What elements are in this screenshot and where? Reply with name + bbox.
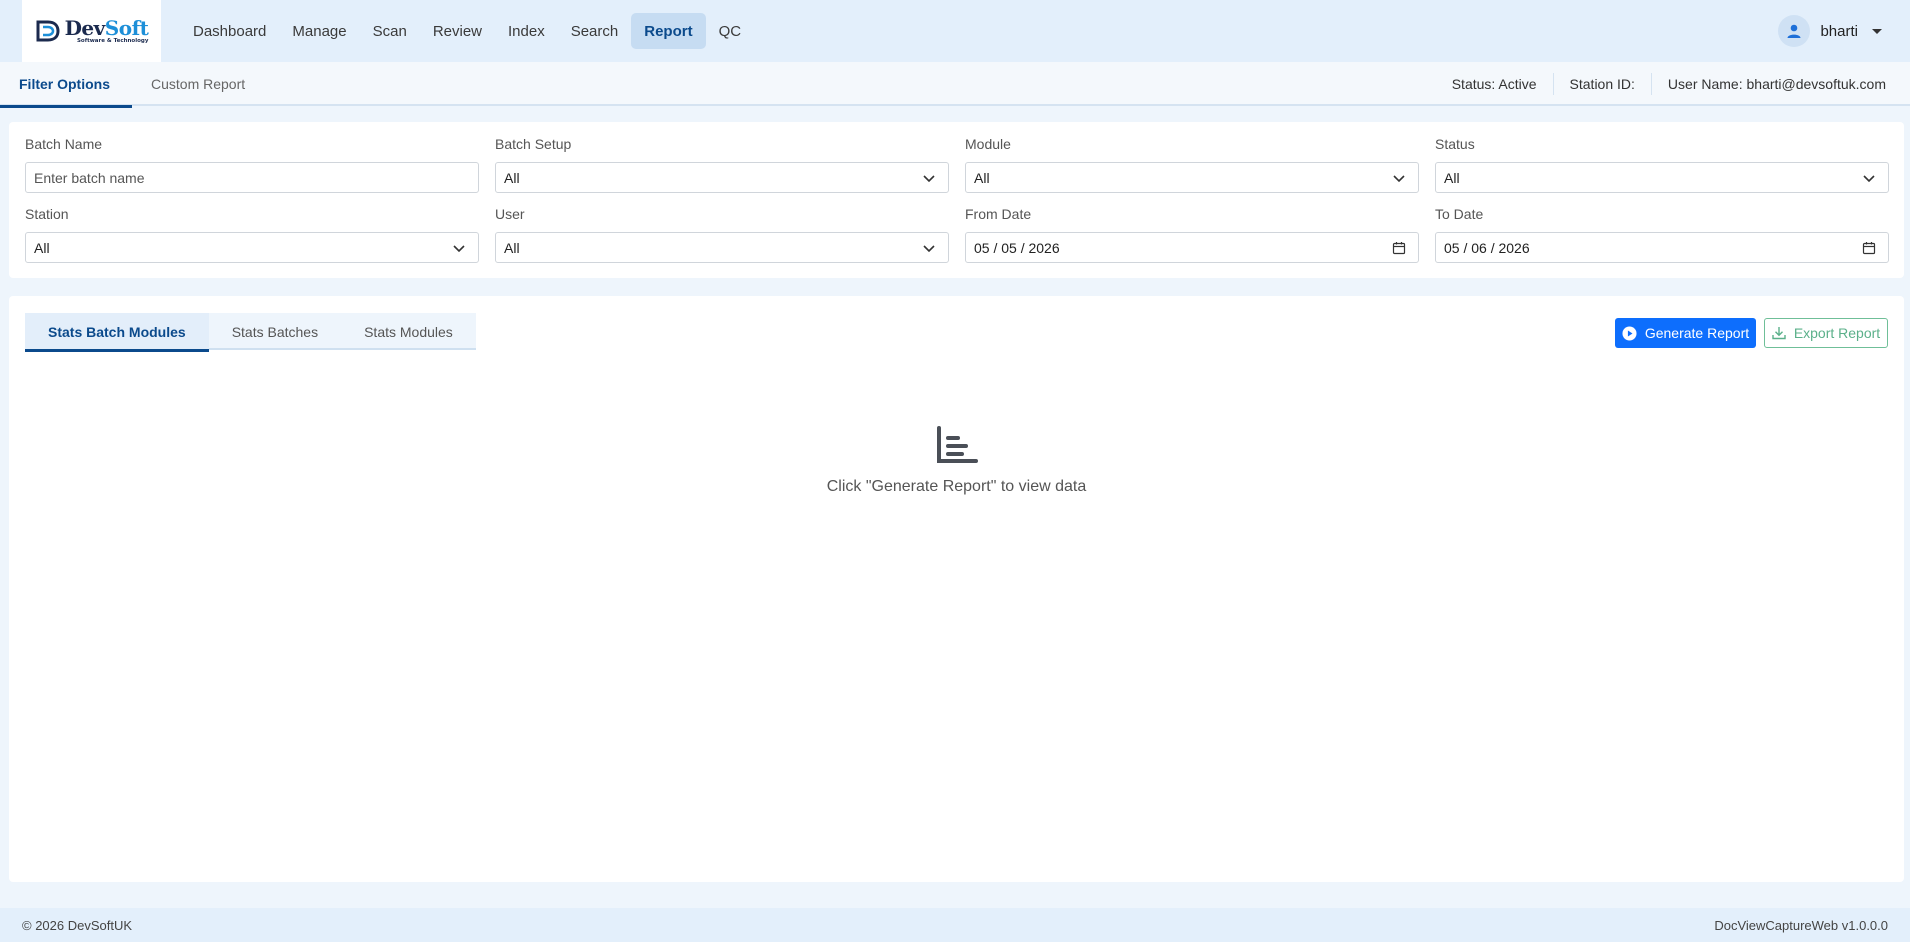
- main-nav: Dashboard Manage Scan Review Index Searc…: [180, 13, 754, 49]
- chevron-down-icon: [1393, 174, 1405, 182]
- export-report-label: Export Report: [1793, 325, 1881, 341]
- station-id: Station ID:: [1552, 73, 1651, 95]
- logo-tagline: Software & Technology: [76, 37, 149, 44]
- devsoft-logo-icon: [36, 20, 60, 42]
- status-label: Status: [1435, 136, 1475, 152]
- status-value: All: [1444, 169, 1460, 186]
- status-info: Status: Active Station ID: User Name: bh…: [1436, 62, 1902, 106]
- tab-filter-options[interactable]: Filter Options: [0, 62, 132, 108]
- field-user: User All: [495, 206, 949, 263]
- batch-name-label: Batch Name: [25, 136, 103, 152]
- top-navbar: DevSoft Software & Technology Dashboard …: [0, 0, 1910, 62]
- sub-tabs: Filter Options Custom Report: [0, 62, 267, 108]
- from-date-label: From Date: [965, 206, 1032, 222]
- user-select[interactable]: All: [495, 232, 949, 263]
- field-status: Status All: [1435, 136, 1889, 193]
- station-value: All: [34, 239, 50, 256]
- user-menu[interactable]: bharti: [1778, 13, 1882, 49]
- status-select[interactable]: All: [1435, 162, 1889, 193]
- batch-setup-label: Batch Setup: [495, 136, 572, 152]
- report-tabs: Stats Batch Modules Stats Batches Stats …: [25, 313, 476, 352]
- batch-setup-value: All: [504, 169, 520, 186]
- tab-custom-report[interactable]: Custom Report: [132, 62, 267, 106]
- module-select[interactable]: All: [965, 162, 1419, 193]
- nav-qc[interactable]: QC: [706, 13, 755, 49]
- field-to-date: To Date 05 / 06 / 2026: [1435, 206, 1889, 263]
- module-value: All: [974, 169, 990, 186]
- empty-state: Click "Generate Report" to view data: [9, 426, 1904, 496]
- nav-review[interactable]: Review: [420, 13, 495, 49]
- logo-text: DevSoft Software & Technology: [65, 18, 149, 45]
- generate-report-button[interactable]: Generate Report: [1615, 318, 1756, 348]
- tab-stats-modules[interactable]: Stats Modules: [341, 313, 476, 350]
- empty-message: Click "Generate Report" to view data: [826, 478, 1087, 495]
- station-label: Station: [25, 206, 69, 222]
- user-value: All: [504, 239, 520, 256]
- field-from-date: From Date 05 / 05 / 2026: [965, 206, 1419, 263]
- brand-logo[interactable]: DevSoft Software & Technology: [22, 0, 161, 62]
- caret-down-icon: [1872, 28, 1882, 34]
- nav-manage[interactable]: Manage: [279, 13, 359, 49]
- field-batch-setup: Batch Setup All: [495, 136, 949, 193]
- from-date-input[interactable]: 05 / 05 / 2026: [965, 232, 1419, 263]
- chevron-down-icon: [923, 244, 935, 252]
- copyright: © 2026 DevSoftUK: [22, 917, 133, 933]
- from-date-value: 05 / 05 / 2026: [974, 239, 1060, 256]
- chevron-down-icon: [1863, 174, 1875, 182]
- user-icon: [1787, 24, 1801, 38]
- station-select[interactable]: All: [25, 232, 479, 263]
- user-label: User: [495, 206, 525, 222]
- to-date-input[interactable]: 05 / 06 / 2026: [1435, 232, 1889, 263]
- logo-wordmark: DevSoft: [65, 18, 149, 38]
- chevron-down-icon: [923, 174, 935, 182]
- logo-soft: Soft: [104, 15, 149, 40]
- to-date-label: To Date: [1435, 206, 1484, 222]
- field-batch-name: Batch Name: [25, 136, 479, 193]
- chevron-down-icon: [453, 244, 465, 252]
- batch-setup-select[interactable]: All: [495, 162, 949, 193]
- nav-dashboard[interactable]: Dashboard: [180, 13, 279, 49]
- bar-chart-icon: [936, 426, 978, 463]
- play-circle-icon: [1622, 325, 1637, 341]
- generate-report-label: Generate Report: [1644, 325, 1750, 341]
- status-active: Status: Active: [1451, 76, 1537, 92]
- footer: © 2026 DevSoftUK DocViewCaptureWeb v1.0.…: [0, 908, 1910, 942]
- calendar-icon[interactable]: [1862, 241, 1876, 255]
- to-date-value: 05 / 06 / 2026: [1444, 239, 1530, 256]
- tab-stats-batches[interactable]: Stats Batches: [209, 313, 341, 350]
- nav-index[interactable]: Index: [495, 13, 558, 49]
- field-module: Module All: [965, 136, 1419, 193]
- batch-name-input[interactable]: [25, 162, 479, 193]
- download-icon: [1772, 327, 1786, 340]
- logo-dev: Dev: [64, 15, 106, 40]
- sub-tab-bar: Filter Options Custom Report Status: Act…: [0, 62, 1910, 108]
- user-name-info: User Name: bharti@devsoftuk.com: [1650, 73, 1902, 95]
- user-name: bharti: [1820, 22, 1858, 40]
- logo-inner: DevSoft Software & Technology: [35, 18, 149, 45]
- nav-report[interactable]: Report: [631, 13, 706, 49]
- filter-panel: Batch Name Batch Setup All Module All St…: [9, 122, 1904, 278]
- nav-scan[interactable]: Scan: [360, 13, 420, 49]
- avatar: [1778, 15, 1811, 47]
- calendar-icon[interactable]: [1392, 241, 1406, 255]
- nav-search[interactable]: Search: [558, 13, 632, 49]
- app-version: DocViewCaptureWeb v1.0.0.0: [1714, 917, 1888, 933]
- tab-stats-batch-modules[interactable]: Stats Batch Modules: [25, 313, 209, 352]
- export-report-button[interactable]: Export Report: [1764, 318, 1888, 348]
- field-station: Station All: [25, 206, 479, 263]
- module-label: Module: [965, 136, 1011, 152]
- report-panel: Stats Batch Modules Stats Batches Stats …: [9, 296, 1904, 882]
